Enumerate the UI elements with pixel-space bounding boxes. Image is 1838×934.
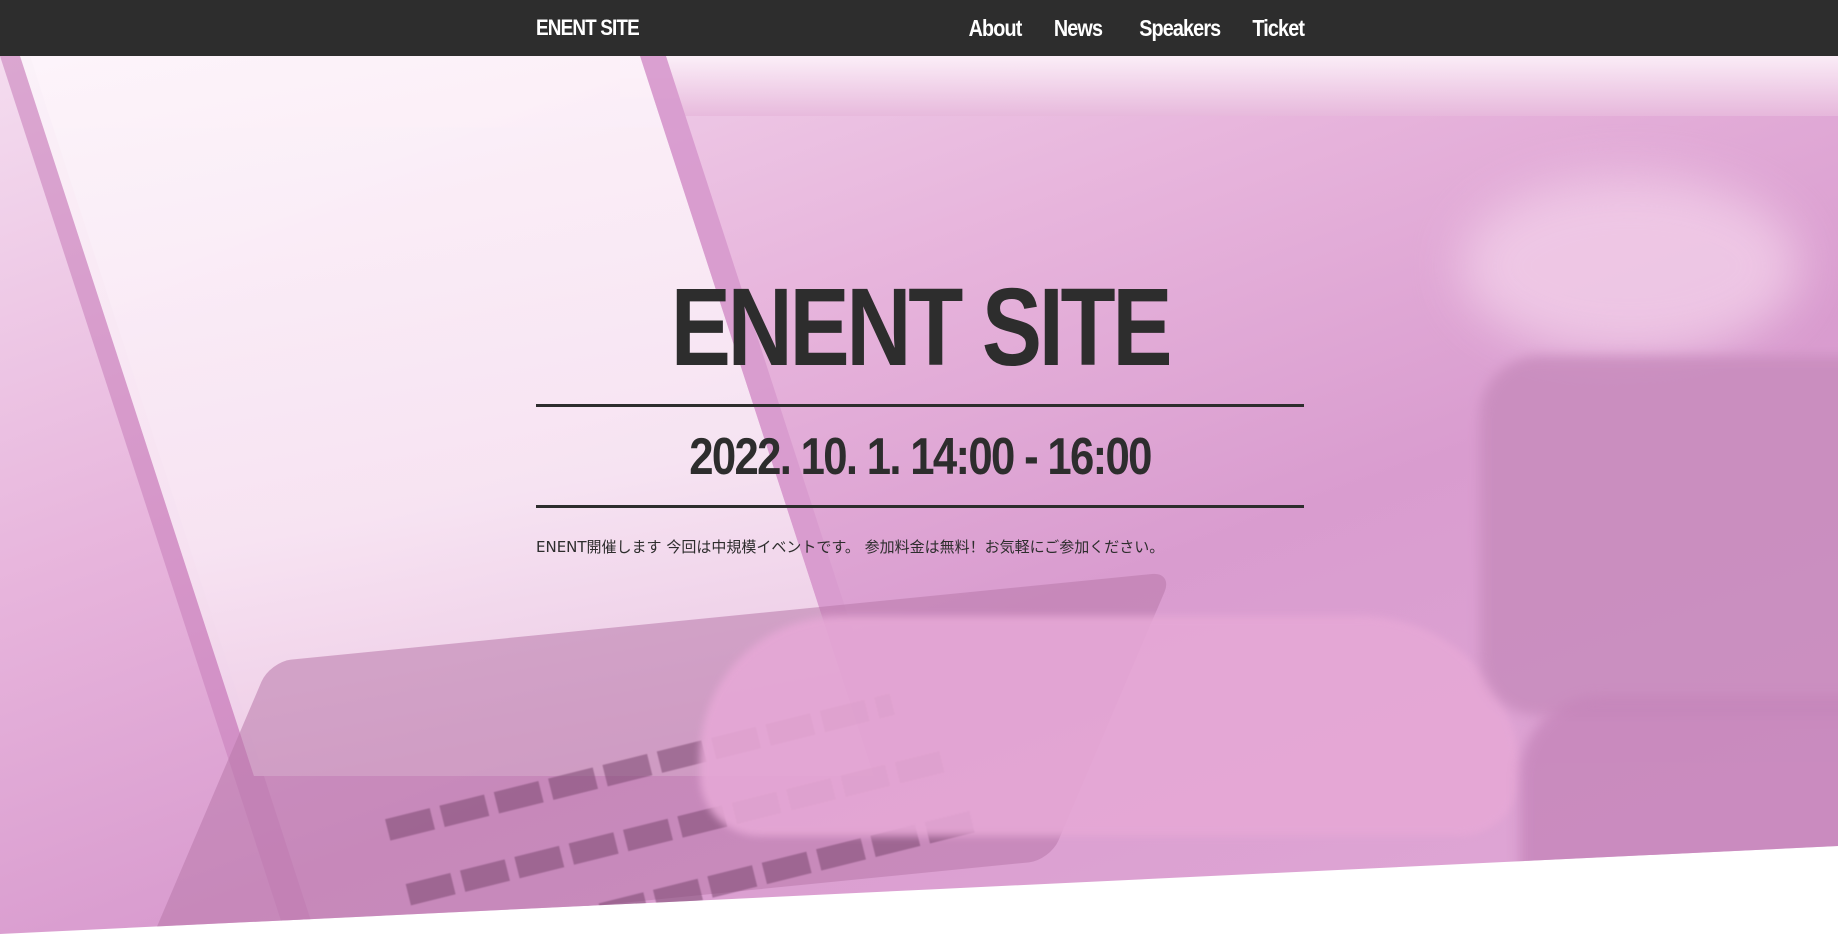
- sweater-sleeve: [1520, 696, 1838, 934]
- main-nav: About News Speakers Ticket: [936, 15, 1305, 42]
- event-description: ENENT開催します 今回は中規模イベントです。 参加料金は無料！お気軽にご参加…: [536, 538, 1165, 556]
- nav-link-about[interactable]: About: [969, 15, 1023, 42]
- nav-link-ticket[interactable]: Ticket: [1252, 15, 1305, 42]
- site-logo-link[interactable]: ENENT SITE: [536, 15, 640, 41]
- sweater-sleeve: [1480, 356, 1838, 716]
- event-date: 2022. 10. 1. 14:00 - 16:00: [689, 428, 1152, 486]
- hero-title: ENENT SITE: [670, 266, 1173, 389]
- navbar-inner: ENENT SITE About News Speakers Ticket: [536, 0, 1305, 56]
- background-monitor-glow: [620, 56, 1838, 116]
- background-blur: [1460, 176, 1800, 356]
- nav-link-news[interactable]: News: [1053, 15, 1102, 42]
- hero-content: ENENT SITE 2022. 10. 1. 14:00 - 16:00 EN…: [536, 268, 1304, 572]
- nav-link-speakers[interactable]: Speakers: [1139, 15, 1221, 42]
- top-navbar: ENENT SITE About News Speakers Ticket: [0, 0, 1838, 56]
- typing-hand: [700, 616, 1520, 836]
- divider: [536, 505, 1304, 508]
